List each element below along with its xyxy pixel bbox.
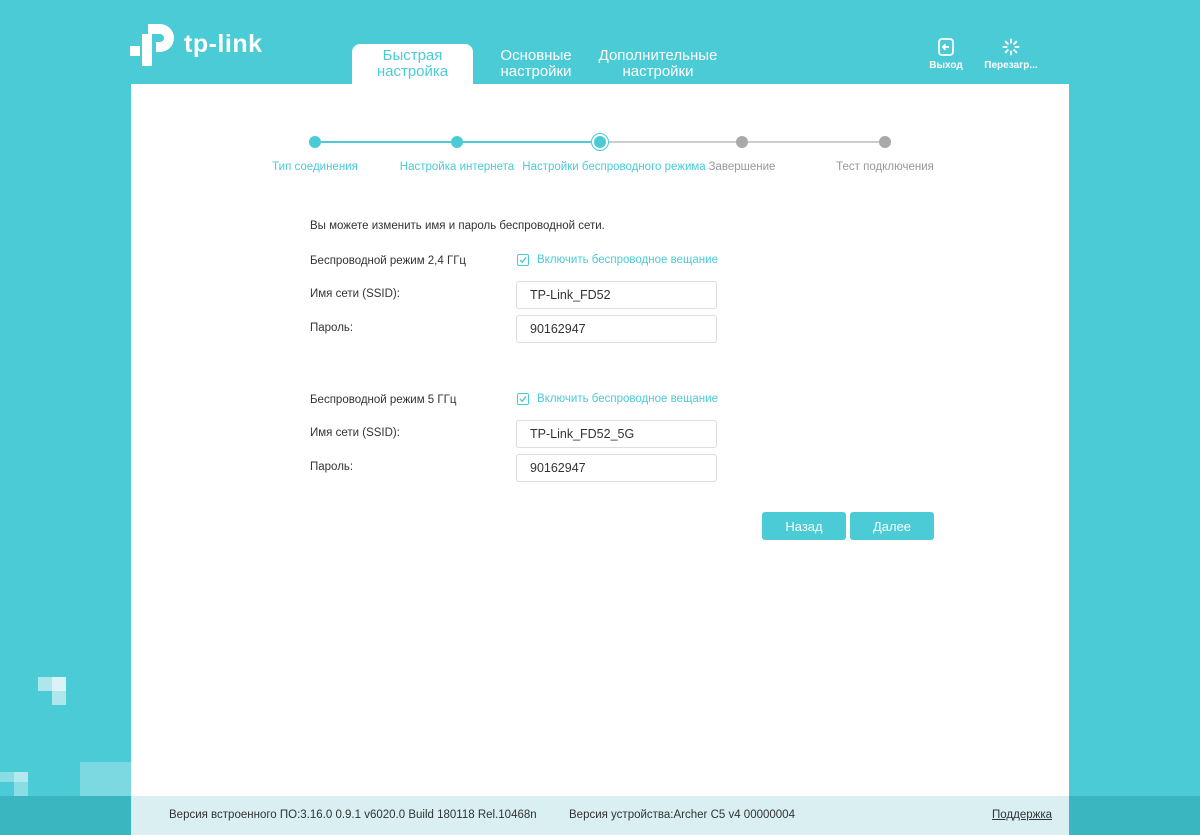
step-dot xyxy=(451,136,463,148)
tab-label: настройки xyxy=(622,63,694,80)
intro-text: Вы можете изменить имя и пароль беспрово… xyxy=(310,220,605,232)
footer-bar: Версия встроенного ПО:3.16.0 0.9.1 v6020… xyxy=(131,796,1069,835)
tab-label: Основные xyxy=(500,47,572,64)
logout-label: Выход xyxy=(929,60,963,71)
band-24-broadcast-label: Включить беспроводное вещание xyxy=(537,254,718,266)
logo-text: tp-link xyxy=(184,29,263,58)
step-dot-current xyxy=(594,136,606,148)
logout-icon xyxy=(938,38,954,56)
back-button[interactable]: Назад xyxy=(762,512,846,540)
tp-link-logo-icon xyxy=(130,24,174,66)
band-24-password-input[interactable] xyxy=(516,315,717,343)
band-24-broadcast-checkbox[interactable]: Включить беспроводное вещание xyxy=(517,254,718,266)
hardware-version: Версия устройства:Archer C5 v4 00000004 xyxy=(569,809,795,821)
band-5-broadcast-checkbox[interactable]: Включить беспроводное вещание xyxy=(517,393,718,405)
firmware-version: Версия встроенного ПО:3.16.0 0.9.1 v6020… xyxy=(169,809,537,821)
reboot-icon xyxy=(1002,38,1020,56)
background-decoration xyxy=(38,677,66,705)
reboot-button[interactable]: Перезагр... xyxy=(978,38,1044,71)
band-24-label: Беспроводной режим 2,4 ГГц xyxy=(310,255,467,267)
band-5-password-label: Пароль: xyxy=(310,461,354,473)
tab-advanced-settings[interactable]: Дополнительные настройки xyxy=(592,44,724,84)
footer: Версия встроенного ПО:3.16.0 0.9.1 v6020… xyxy=(0,796,1200,835)
tab-label: настройка xyxy=(376,63,449,80)
band-5-label: Беспроводной режим 5 ГГц xyxy=(310,394,457,406)
band-24-password-label: Пароль: xyxy=(310,322,354,334)
logout-button[interactable]: Выход xyxy=(926,38,966,71)
step-dot xyxy=(736,136,748,148)
reboot-label: Перезагр... xyxy=(984,60,1038,71)
step-label-connection-type: Тип соединения xyxy=(272,161,358,173)
band-24-ssid-label: Имя сети (SSID): xyxy=(310,288,400,300)
main-panel: Тип соединения Настройка интернета Настр… xyxy=(131,84,1069,796)
setup-stepper: Тип соединения Настройка интернета Настр… xyxy=(131,124,1069,184)
band-5-broadcast-label: Включить беспроводное вещание xyxy=(537,393,718,405)
step-label-wireless-settings: Настройки беспроводного режима xyxy=(522,161,706,173)
tab-label: Дополнительные xyxy=(598,47,718,64)
band-5-ssid-label: Имя сети (SSID): xyxy=(310,427,400,439)
tab-label: Быстрая xyxy=(382,47,443,64)
background-decoration xyxy=(0,772,28,796)
checkbox-checked-icon xyxy=(517,254,529,266)
band-5-password-input[interactable] xyxy=(516,454,717,482)
tab-quick-setup[interactable]: Быстрая настройка xyxy=(352,44,473,84)
support-link[interactable]: Поддержка xyxy=(992,809,1052,821)
step-label-internet-setup: Настройка интернета xyxy=(399,161,515,173)
background-decoration xyxy=(80,762,132,796)
step-label-finish: Завершение xyxy=(708,161,776,173)
tab-basic-settings[interactable]: Основные настройки xyxy=(490,44,582,84)
next-button[interactable]: Далее xyxy=(850,512,934,540)
tab-label: настройки xyxy=(500,63,572,80)
band-24-ssid-input[interactable] xyxy=(516,281,717,309)
step-dot xyxy=(879,136,891,148)
band-5-ssid-input[interactable] xyxy=(516,420,717,448)
step-label-connection-test: Тест подключения xyxy=(836,161,934,173)
checkbox-checked-icon xyxy=(517,393,529,405)
tp-link-logo: tp-link xyxy=(130,20,263,68)
step-dot xyxy=(309,136,321,148)
